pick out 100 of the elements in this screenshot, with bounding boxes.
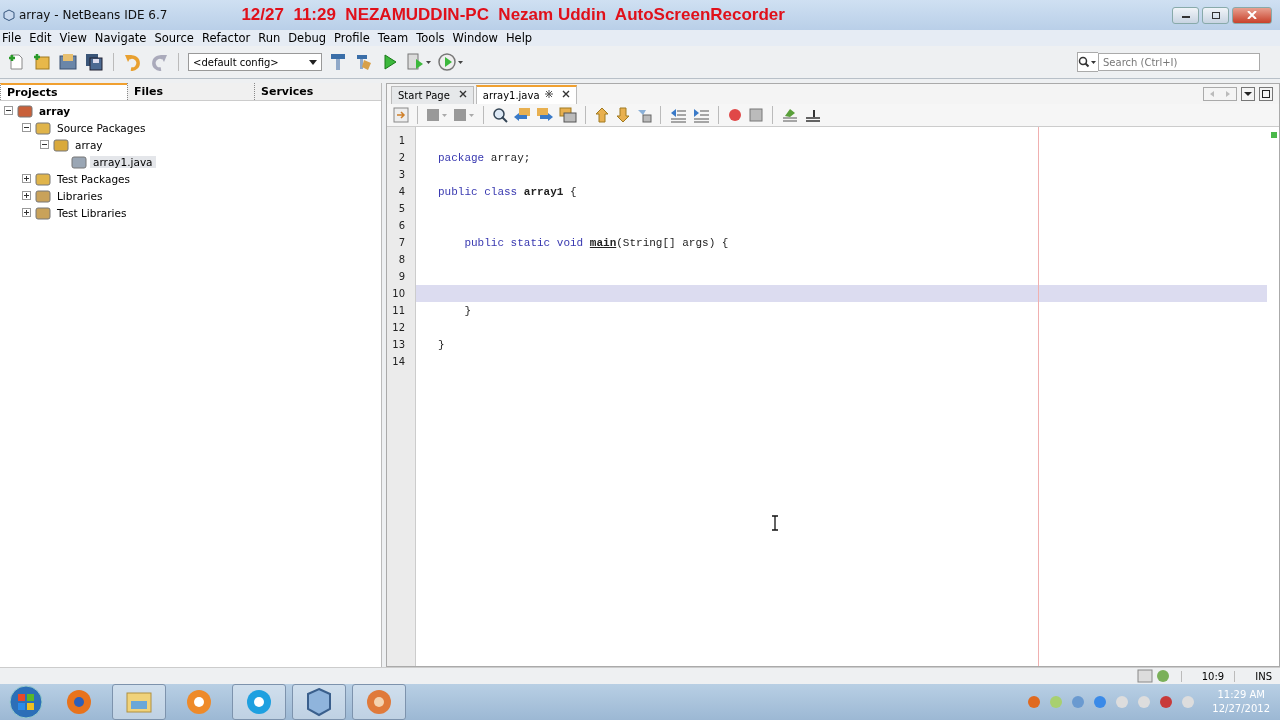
minimize-button[interactable]: [1172, 6, 1199, 24]
down-arrow-icon[interactable]: [615, 107, 631, 123]
menu-item[interactable]: Window: [452, 31, 498, 45]
search-icon[interactable]: [1077, 52, 1098, 72]
redo-icon[interactable]: [149, 52, 169, 72]
hammer-icon[interactable]: [328, 52, 348, 72]
expand-toggle[interactable]: [22, 174, 31, 183]
code-line: public class array1 {: [437, 184, 578, 200]
tree-item[interactable]: array: [72, 138, 106, 151]
tray-icon[interactable]: [1092, 694, 1109, 710]
debug-run-icon[interactable]: [406, 52, 432, 72]
square-icon[interactable]: [453, 107, 475, 123]
history-icon[interactable]: [393, 107, 409, 123]
text-cursor-icon: [771, 515, 779, 531]
tree-item[interactable]: Libraries: [54, 189, 106, 202]
profile-icon[interactable]: [438, 52, 464, 72]
maximize-icon[interactable]: [1259, 87, 1273, 101]
panel-tab[interactable]: Files: [127, 83, 254, 100]
editor-tab[interactable]: Start Page: [391, 86, 474, 104]
expand-toggle[interactable]: [40, 140, 49, 149]
line-number: 8: [398, 254, 405, 265]
maximize-button[interactable]: [1202, 6, 1229, 24]
menu-item[interactable]: Profile: [334, 31, 370, 45]
uncomment-icon[interactable]: [804, 107, 822, 123]
taskbar-app[interactable]: [112, 684, 166, 720]
line-number: 12: [392, 322, 405, 333]
panel-tab[interactable]: Projects: [0, 83, 127, 100]
new-file-icon[interactable]: [6, 52, 26, 72]
line-number: 14: [392, 356, 405, 367]
window-title: array - NetBeans IDE 6.7: [19, 8, 168, 22]
line-number: 3: [398, 169, 405, 180]
config-dropdown[interactable]: <default config>: [188, 53, 322, 71]
editor-tab[interactable]: array1.java: [475, 85, 577, 104]
code-line: package array;: [437, 150, 532, 166]
error-stripe-marker: [1271, 132, 1277, 138]
cube-icon: [3, 9, 15, 21]
menu-item[interactable]: Source: [154, 31, 194, 45]
tray-icon[interactable]: [1026, 694, 1043, 710]
taskbar-app[interactable]: [352, 684, 406, 720]
code-line: public static void main(String[] args) {: [463, 235, 730, 251]
up-arrow-icon[interactable]: [594, 107, 610, 123]
tree-item[interactable]: array: [36, 104, 74, 117]
recorder-overlay: 12/27 11:29 NEZAMUDDIN-PC Nezam Uddin AutoScreenRecorder: [241, 5, 785, 25]
maximize-icon: [1210, 11, 1221, 19]
save-icon[interactable]: [84, 52, 104, 72]
search-field[interactable]: Search (Ctrl+I): [1098, 53, 1260, 71]
tray-icon[interactable]: [1158, 694, 1175, 710]
expand-toggle[interactable]: [22, 123, 31, 132]
close-icon[interactable]: [458, 90, 467, 98]
panel-tab[interactable]: Services: [254, 83, 381, 100]
undo-icon[interactable]: [123, 52, 143, 72]
menu-item[interactable]: View: [59, 31, 87, 45]
square-icon[interactable]: [426, 107, 448, 123]
left-arrow-icon[interactable]: [513, 107, 531, 123]
taskbar-app[interactable]: [232, 684, 286, 720]
menu-item[interactable]: Edit: [29, 31, 52, 45]
record-icon[interactable]: [727, 107, 743, 123]
status-icon: [1136, 669, 1171, 683]
line-number: 9: [398, 271, 405, 282]
line-number: 11: [392, 305, 405, 316]
code-line: }: [437, 337, 446, 353]
expand-toggle[interactable]: [22, 208, 31, 217]
menu-item[interactable]: Help: [505, 31, 533, 45]
start-button[interactable]: [6, 684, 46, 720]
line-number: 6: [398, 220, 405, 231]
stop-icon[interactable]: [748, 107, 764, 123]
menu-item[interactable]: File: [2, 31, 22, 45]
cursor-position: 10:9: [1180, 670, 1225, 682]
menu-item[interactable]: Refactor: [201, 31, 251, 45]
expand-toggle[interactable]: [4, 106, 13, 115]
menu-item[interactable]: Tools: [416, 31, 445, 45]
tree-item[interactable]: Source Packages: [54, 121, 149, 134]
line-number: 2: [398, 152, 405, 163]
close-icon: [1247, 11, 1257, 19]
menu-item[interactable]: Debug: [288, 31, 327, 45]
new-folder-icon[interactable]: [32, 52, 52, 72]
dropdown-icon[interactable]: [1241, 87, 1255, 101]
menu-item[interactable]: Run: [258, 31, 281, 45]
cube-icon: [304, 687, 334, 717]
stack-icon[interactable]: [559, 107, 577, 123]
line-number: 1: [398, 135, 405, 146]
indent-icon[interactable]: [692, 107, 710, 123]
tree-item[interactable]: array1.java: [90, 155, 156, 168]
insert-mode: INS: [1234, 670, 1272, 682]
taskbar-app[interactable]: [292, 684, 346, 720]
modified-icon: [544, 90, 553, 98]
code-line: }: [463, 303, 472, 319]
menu-item[interactable]: Team: [377, 31, 409, 45]
close-icon[interactable]: [561, 90, 570, 98]
magnifier-icon[interactable]: [492, 107, 508, 123]
menu-item[interactable]: Navigate: [94, 31, 147, 45]
line-number: 4: [398, 186, 405, 197]
close-button[interactable]: [1232, 6, 1272, 24]
expand-toggle[interactable]: [22, 191, 31, 200]
outdent-icon[interactable]: [669, 107, 687, 123]
line-number: 5: [398, 203, 405, 214]
comment-icon[interactable]: [781, 107, 799, 123]
tree-item[interactable]: Test Packages: [54, 172, 133, 185]
right-arrow-icon[interactable]: [536, 107, 554, 123]
tree-item[interactable]: Test Libraries: [54, 206, 130, 219]
